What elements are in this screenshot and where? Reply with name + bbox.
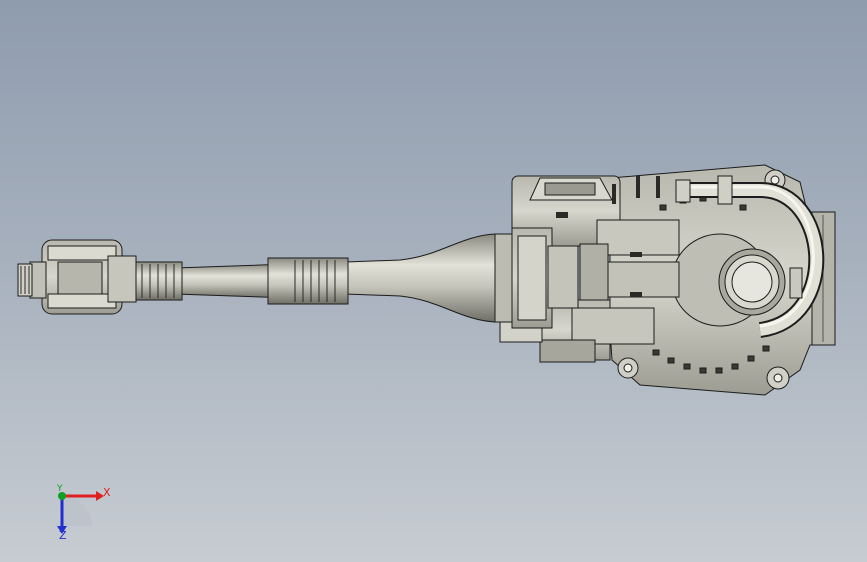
- y-axis-label: Y: [57, 484, 63, 494]
- graphics-viewport[interactable]: X Y Z: [0, 0, 867, 562]
- x-axis-label: X: [103, 486, 111, 499]
- wrist-assembly: [17, 239, 137, 315]
- z-axis-label: Z: [59, 529, 67, 542]
- robot-arm-model[interactable]: [0, 0, 867, 562]
